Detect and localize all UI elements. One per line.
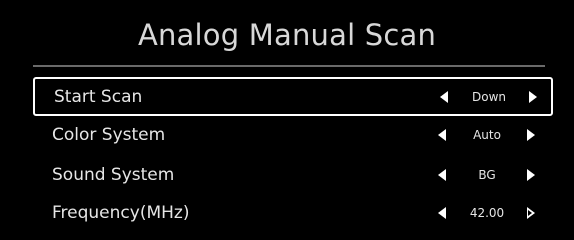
menu-item-value: Down — [471, 89, 506, 104]
triangle-right-icon[interactable] — [527, 128, 535, 141]
triangle-left-icon[interactable] — [440, 90, 448, 103]
menu-item-value: BG — [478, 167, 496, 182]
menu-item-value: Auto — [473, 127, 501, 142]
title-divider — [33, 65, 545, 67]
triangle-right-icon[interactable] — [529, 90, 537, 103]
menu-item-label: Start Scan — [54, 86, 143, 107]
menu-item-value: 42.00 — [469, 205, 505, 220]
menu-item-sound-system[interactable]: Sound System BG — [33, 155, 553, 194]
triangle-left-icon[interactable] — [438, 206, 446, 219]
menu-item-frequency[interactable]: Frequency(MHz) 42.00 — [33, 193, 553, 232]
page-title: Analog Manual Scan — [137, 18, 437, 52]
menu-item-label: Frequency(MHz) — [52, 202, 190, 223]
menu-item-label: Color System — [52, 124, 166, 145]
triangle-right-icon[interactable] — [527, 168, 535, 181]
triangle-left-icon[interactable] — [438, 168, 446, 181]
analog-manual-scan-panel: Analog Manual Scan Start Scan Down Color… — [0, 0, 574, 240]
menu-item-label: Sound System — [52, 164, 175, 185]
menu-item-color-system[interactable]: Color System Auto — [33, 115, 553, 154]
triangle-left-icon[interactable] — [438, 128, 446, 141]
menu-item-start-scan[interactable]: Start Scan Down — [33, 77, 553, 116]
triangle-right-icon[interactable] — [527, 206, 535, 219]
